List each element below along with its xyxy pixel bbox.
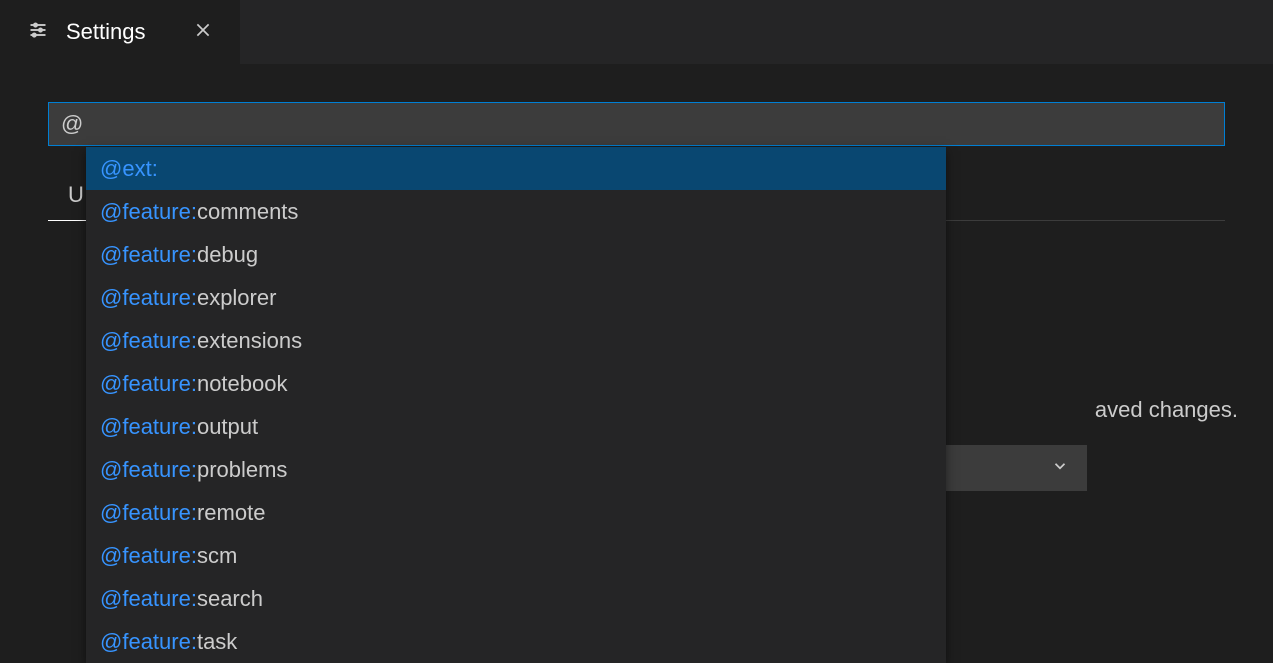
scope-tab-user-label: U	[68, 182, 84, 207]
settings-search-input[interactable]	[48, 102, 1225, 146]
suggestion-value: output	[197, 409, 258, 444]
suggestion-value: comments	[197, 194, 298, 229]
suggestion-item[interactable]: @feature:explorer	[86, 276, 946, 319]
suggestion-prefix: @	[100, 624, 122, 659]
suggestion-prefix: @	[100, 366, 122, 401]
suggestion-item[interactable]: @feature:problems	[86, 448, 946, 491]
suggestion-prefix: @	[100, 538, 122, 573]
tab-settings[interactable]: Settings	[0, 0, 240, 64]
tab-bar-empty	[240, 0, 1273, 64]
suggestion-key: feature:	[122, 194, 197, 229]
suggestion-item[interactable]: @feature:output	[86, 405, 946, 448]
suggestion-key: feature:	[122, 624, 197, 659]
suggestion-value: scm	[197, 538, 237, 573]
suggestion-prefix: @	[100, 409, 122, 444]
suggestion-prefix: @	[100, 151, 122, 186]
suggestion-prefix: @	[100, 280, 122, 315]
suggestion-item[interactable]: @ext:	[86, 147, 946, 190]
settings-tab-icon	[28, 20, 48, 45]
suggestion-key: feature:	[122, 280, 197, 315]
suggestion-item[interactable]: @feature:extensions	[86, 319, 946, 362]
suggestion-key: ext:	[122, 151, 157, 186]
suggestion-item[interactable]: @feature:scm	[86, 534, 946, 577]
suggestion-value: explorer	[197, 280, 276, 315]
suggestion-item[interactable]: @feature:remote	[86, 491, 946, 534]
suggestion-key: feature:	[122, 323, 197, 358]
suggestion-value: notebook	[197, 366, 288, 401]
chevron-down-icon	[1051, 457, 1069, 480]
background-setting-description: aved changes.	[1095, 397, 1238, 423]
suggestion-item[interactable]: @feature:debug	[86, 233, 946, 276]
suggestion-key: feature:	[122, 495, 197, 530]
suggestion-prefix: @	[100, 495, 122, 530]
suggestion-item[interactable]: @feature:notebook	[86, 362, 946, 405]
suggestion-prefix: @	[100, 581, 122, 616]
suggestion-item[interactable]: @feature:comments	[86, 190, 946, 233]
suggestion-value: debug	[197, 237, 258, 272]
tab-label: Settings	[66, 19, 146, 45]
search-suggestions-dropdown: @ext:@feature:comments@feature:debug@fea…	[86, 147, 946, 663]
suggestion-value: task	[197, 624, 237, 659]
close-icon[interactable]	[194, 21, 212, 44]
suggestion-key: feature:	[122, 409, 197, 444]
suggestion-key: feature:	[122, 237, 197, 272]
suggestion-prefix: @	[100, 194, 122, 229]
suggestion-key: feature:	[122, 452, 197, 487]
suggestion-key: feature:	[122, 581, 197, 616]
editor-tab-bar: Settings	[0, 0, 1273, 64]
suggestion-value: remote	[197, 495, 265, 530]
suggestion-value: extensions	[197, 323, 302, 358]
suggestion-prefix: @	[100, 237, 122, 272]
suggestion-key: feature:	[122, 366, 197, 401]
suggestion-value: problems	[197, 452, 287, 487]
suggestion-key: feature:	[122, 538, 197, 573]
setting-select-dropdown[interactable]	[943, 445, 1087, 491]
search-container	[48, 102, 1225, 146]
suggestion-prefix: @	[100, 452, 122, 487]
suggestion-prefix: @	[100, 323, 122, 358]
suggestion-item[interactable]: @feature:task	[86, 620, 946, 663]
suggestion-item[interactable]: @feature:search	[86, 577, 946, 620]
suggestion-value: search	[197, 581, 263, 616]
